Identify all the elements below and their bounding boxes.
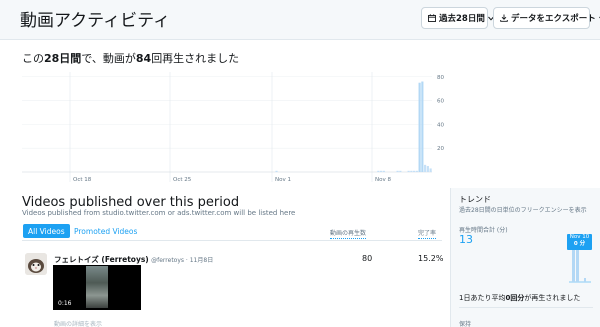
chart-bar — [429, 168, 432, 172]
trend-title: トレンド — [459, 195, 491, 204]
sparkline-bar — [584, 278, 586, 282]
sparkline-bar — [576, 250, 579, 282]
ferret-avatar-image — [25, 253, 47, 275]
period-select-button[interactable]: 過去28日間 — [421, 7, 494, 29]
divider — [22, 240, 442, 241]
daily-average-text: 1日あたり平均0回分が再生されました — [459, 293, 580, 303]
trend-panel: トレンド 過去28日間の日単位のフリークエンシーを表示 再生時間合計 (分) 1… — [450, 188, 600, 327]
daily-prefix: 1日あたり平均 — [459, 294, 506, 302]
calendar-icon — [428, 14, 436, 22]
video-thumbnail[interactable]: 0:16 — [53, 265, 141, 310]
tab-promoted-videos[interactable]: Promoted Videos — [69, 224, 142, 238]
author-meta: @ferretoys · 11月8日 — [151, 257, 214, 264]
export-data-button[interactable]: データをエクスポート — [493, 7, 600, 29]
daily-value: 0回分 — [505, 294, 525, 302]
video-detail-link[interactable]: 動画の詳細を表示 — [54, 319, 102, 327]
download-icon — [500, 14, 508, 22]
export-label: データをエクスポート — [511, 14, 596, 24]
chart-bar — [382, 170, 385, 172]
column-header-completion-rate[interactable]: 完了率 — [418, 228, 437, 239]
daily-suffix: が再生されました — [524, 294, 581, 302]
y-tick-label: 20 — [437, 146, 444, 152]
chart-bar — [426, 166, 429, 172]
trend-metric-value: 13 — [459, 233, 473, 246]
page-title: 動画アクティビティ — [20, 11, 171, 31]
column-header-views[interactable]: 動画の再生数 — [330, 228, 367, 239]
summary-prefix: この — [22, 52, 44, 65]
sparkline-bar — [572, 250, 575, 282]
retention-label: 保持 — [459, 321, 472, 327]
summary-count: 84 — [135, 52, 152, 65]
chart-bar — [410, 170, 413, 172]
videos-section-title: Videos published over this period — [22, 195, 240, 210]
video-completion-rate: 15.2% — [418, 254, 444, 263]
chart-bar — [399, 170, 402, 172]
period-label: 過去28日間 — [439, 14, 485, 24]
chart-bar — [275, 170, 278, 172]
x-tick-label: Nov 1 — [275, 177, 291, 183]
video-frame-image — [86, 266, 108, 308]
chart-bar — [424, 164, 427, 172]
x-tick-label: Nov 8 — [375, 177, 391, 183]
summary-suffix: 回再生されました — [151, 52, 240, 65]
header-bar: 動画アクティビティ 過去28日間 データをエクスポート — [0, 0, 600, 40]
tooltip-date: Nov 10 — [569, 234, 590, 240]
y-tick-label: 60 — [437, 99, 444, 105]
chart-bar — [421, 81, 424, 172]
y-tick-label: 40 — [437, 122, 444, 128]
chart-bar — [380, 170, 383, 172]
divider — [459, 307, 593, 308]
chart-bar — [413, 170, 416, 172]
author-name: フェレトイズ (Ferretoys) — [54, 255, 149, 264]
trend-subtitle: 過去28日間の日単位のフリークエンシーを表示 — [459, 207, 587, 214]
chart-bar — [396, 170, 399, 172]
chart-bar — [377, 170, 380, 172]
videos-section-subtitle: Videos published from studio.twitter.com… — [22, 209, 296, 217]
chart-bar — [415, 170, 418, 172]
video-duration: 0:16 — [58, 300, 72, 307]
video-views-value: 80 — [362, 254, 373, 263]
summary-middle: で、動画が — [81, 52, 136, 65]
y-tick-label: 80 — [437, 75, 444, 81]
avatar[interactable] — [25, 253, 47, 275]
views-summary: この28日間で、動画が84回再生されました — [22, 50, 239, 66]
tooltip-value: 0 分 — [573, 241, 586, 247]
chart-bar — [407, 170, 410, 172]
x-tick-label: Oct 18 — [73, 177, 92, 183]
trend-sparkline — [569, 250, 591, 283]
chart-bar — [418, 82, 421, 172]
video-author[interactable]: フェレトイズ (Ferretoys) @ferretoys · 11月8日 — [54, 254, 213, 265]
views-chart: 20 40 60 80 Oct 18 Oct 25 Nov 1 Nov 8 — [22, 72, 444, 183]
x-tick-label: Oct 25 — [173, 177, 192, 183]
tab-all-videos[interactable]: All Videos — [23, 224, 70, 238]
summary-period: 28日間 — [44, 52, 82, 65]
